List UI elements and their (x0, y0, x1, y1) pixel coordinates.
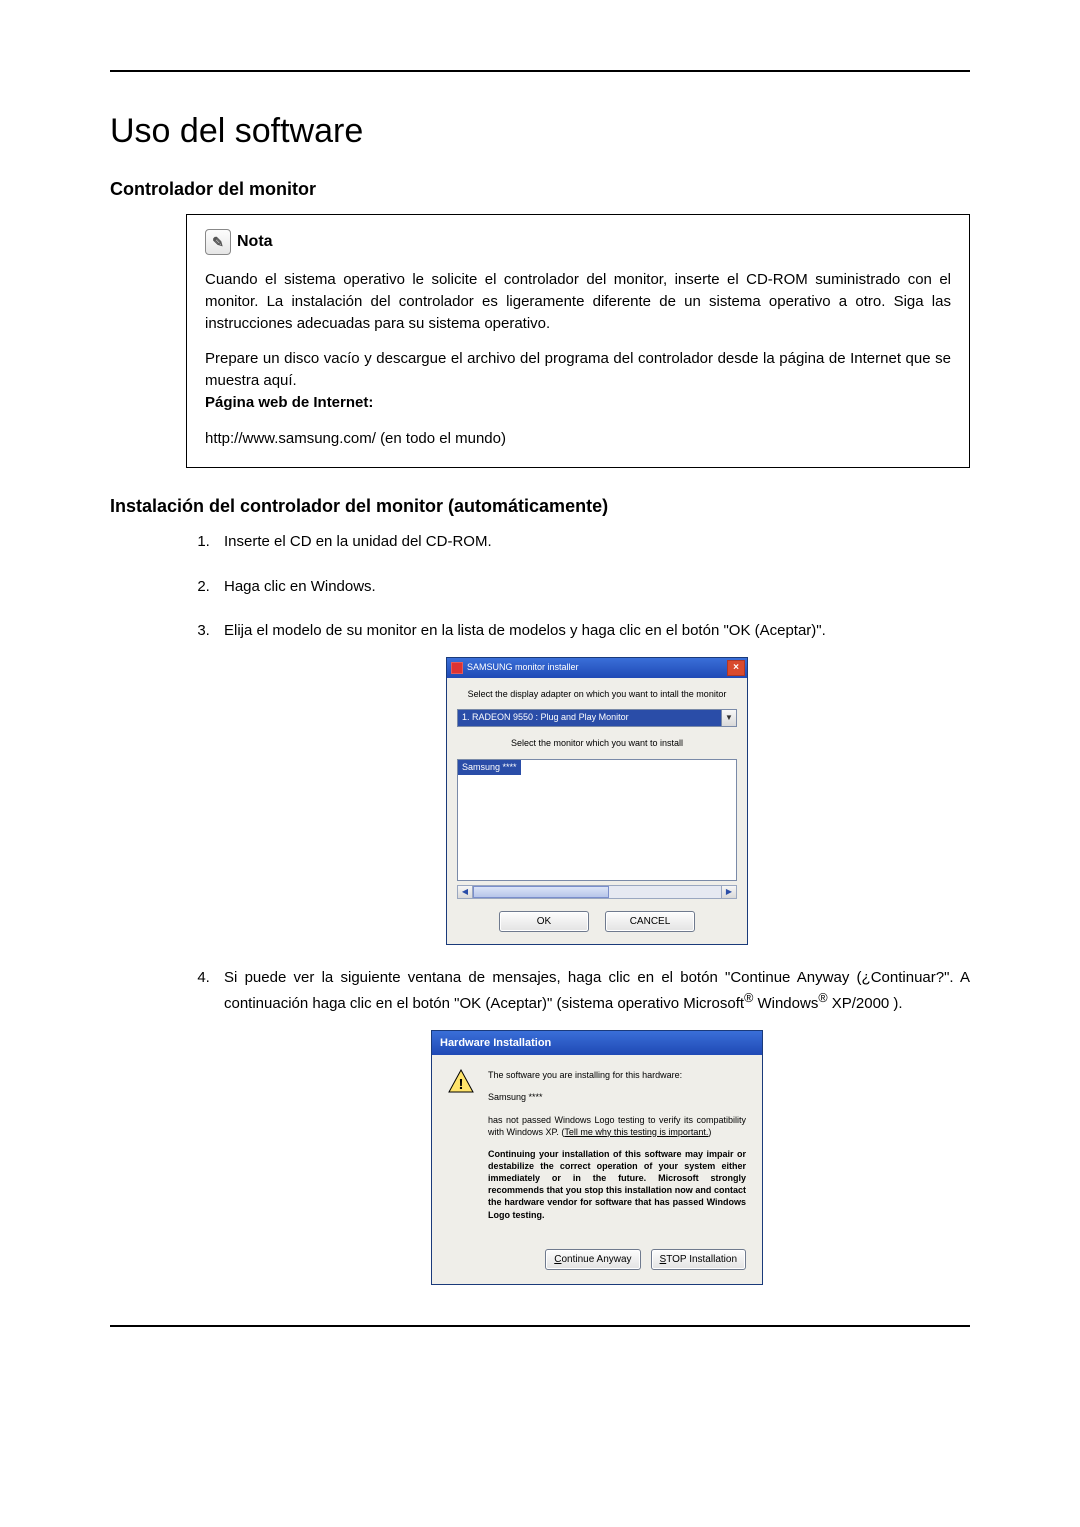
adapter-label: Select the display adapter on which you … (457, 688, 737, 702)
note-url: http://www.samsung.com/ (en todo el mund… (205, 428, 951, 450)
scroll-right-icon[interactable]: ▶ (721, 885, 737, 899)
install-heading: Instalación del controlador del monitor … (110, 496, 970, 517)
note-label: Nota (237, 230, 273, 253)
note-box: ✎ Nota Cuando el sistema operativo le so… (186, 214, 970, 468)
note-paragraph-2: Prepare un disco vacío y descargue el ar… (205, 350, 951, 389)
samsung-installer-dialog: SAMSUNG monitor installer × Select the d… (446, 657, 748, 945)
dialog2-line2: Samsung **** (488, 1091, 746, 1103)
tell-me-why-link[interactable]: Tell me why this testing is important. (564, 1127, 708, 1137)
note-paragraph-1: Cuando el sistema operativo le solicite … (205, 269, 951, 334)
ok-button[interactable]: OK (499, 911, 589, 932)
chevron-down-icon[interactable]: ▼ (721, 710, 736, 726)
top-rule (110, 70, 970, 72)
step-1: Inserte el CD en la unidad del CD-ROM. (214, 531, 970, 554)
monitor-selected-item[interactable]: Samsung **** (458, 760, 521, 776)
close-icon[interactable]: × (727, 660, 745, 676)
dialog1-title: SAMSUNG monitor installer (467, 661, 579, 675)
step-4: Si puede ver la siguiente ventana de men… (214, 967, 970, 1285)
install-steps: Inserte el CD en la unidad del CD-ROM. H… (186, 531, 970, 1284)
cancel-button[interactable]: CANCEL (605, 911, 695, 932)
adapter-selected: 1. RADEON 9550 : Plug and Play Monitor (458, 710, 721, 726)
note-web-label: Página web de Internet: (205, 394, 373, 411)
scroll-track[interactable] (473, 885, 721, 899)
bottom-rule (110, 1325, 970, 1327)
note-icon: ✎ (205, 229, 231, 255)
monitor-listbox[interactable]: Samsung **** (457, 759, 737, 881)
page-title: Uso del software (110, 112, 970, 151)
stop-installation-button[interactable]: STOP Installation (651, 1249, 746, 1270)
adapter-dropdown[interactable]: 1. RADEON 9550 : Plug and Play Monitor ▼ (457, 709, 737, 727)
monitor-label: Select the monitor which you want to ins… (457, 737, 737, 751)
continue-anyway-button[interactable]: Continue Anyway (545, 1249, 640, 1270)
app-icon (451, 662, 463, 674)
step-2: Haga clic en Windows. (214, 576, 970, 599)
hardware-installation-dialog: Hardware Installation ! The software you… (431, 1030, 763, 1285)
svg-text:!: ! (459, 1076, 464, 1093)
step-4-text-c: XP/2000 ). (828, 995, 903, 1012)
dialog2-bold-warning: Continuing your installation of this sof… (488, 1148, 746, 1221)
dialog2-line3b: ) (708, 1127, 711, 1137)
step-3: Elija el modelo de su monitor en la list… (214, 620, 970, 945)
step-3-text: Elija el modelo de su monitor en la list… (224, 622, 826, 639)
dialog1-titlebar: SAMSUNG monitor installer × (447, 658, 747, 678)
section-subtitle: Controlador del monitor (110, 179, 970, 200)
step-4-text-b: Windows (753, 995, 818, 1012)
dialog2-line1: The software you are installing for this… (488, 1069, 746, 1081)
dialog2-title: Hardware Installation (432, 1031, 762, 1056)
horizontal-scrollbar[interactable]: ◀ ▶ (457, 885, 737, 899)
warning-icon: ! (448, 1069, 474, 1093)
scroll-left-icon[interactable]: ◀ (457, 885, 473, 899)
scroll-thumb[interactable] (473, 886, 609, 898)
